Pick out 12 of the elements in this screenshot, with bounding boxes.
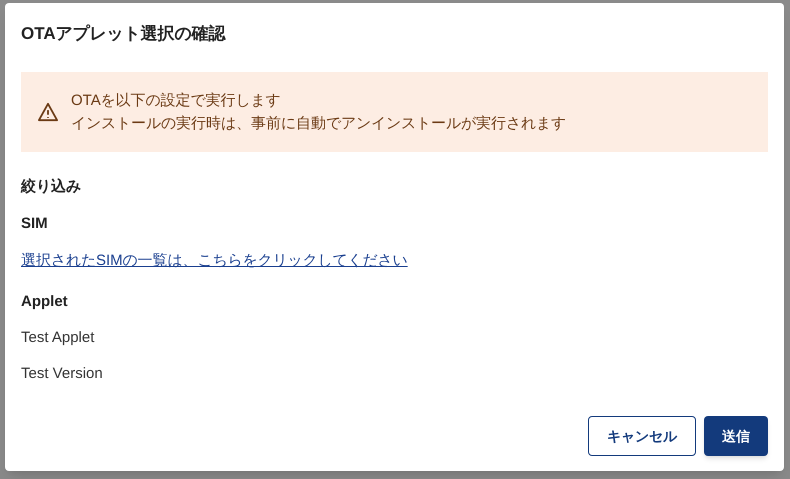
- section-heading: Applet: [21, 292, 69, 311]
- applet-value: Test Version: [21, 364, 104, 383]
- section-heading: 絞り込み: [21, 177, 82, 196]
- warning-text: OTAを以下の設定で実行します: [71, 91, 282, 111]
- warning-text: インストールの実行時は、事前に自動でアンインストールが実行されます: [71, 114, 566, 134]
- section-heading: SIM: [21, 214, 49, 233]
- applet-value: Test Applet: [21, 328, 96, 347]
- cancel-button[interactable]: キャンセル: [588, 416, 696, 456]
- sim-list-link[interactable]: 選択されたSIMの一覧は、こちらをクリックしてください: [21, 252, 408, 269]
- dialog-title: OTAアプレット選択の確認: [21, 23, 227, 45]
- warning-icon: [37, 102, 59, 122]
- submit-button[interactable]: 送信: [704, 416, 768, 456]
